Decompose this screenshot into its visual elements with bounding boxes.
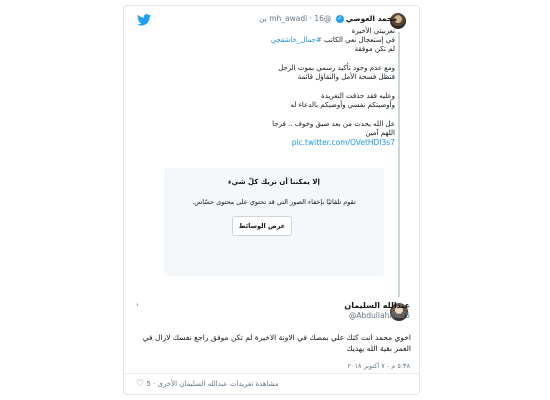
tweet1-line: لم تكن موفقة bbox=[354, 45, 395, 53]
tweet2-text: اخوي محمد انت كثك علي بمصك في الاونة الا… bbox=[142, 333, 411, 353]
tweet-footer: ♡ 5 · مشاهدة تغريدات عبدالله السليمان ال… bbox=[136, 379, 279, 389]
hashtag-link[interactable]: #جمال_خاشقجي bbox=[271, 36, 322, 44]
tweet1-body: تعربيتي الأخيرة في إستعجال نعي الكاتب #ج… bbox=[165, 27, 395, 147]
tweet1-line: فتظل فسحة الأمل والتفاؤل قائمة bbox=[297, 73, 395, 81]
tweet2-handle[interactable]: @AbdullahAls15 bbox=[344, 311, 410, 321]
more-tweets-link[interactable]: مشاهدة تغريدات عبدالله السليمان الأخرى bbox=[157, 380, 278, 388]
thread-line bbox=[398, 32, 400, 297]
tweet1-line: تعربيتي الأخيرة bbox=[351, 27, 395, 35]
tweet1-line: وعليه فقد حذفت التغريدة bbox=[321, 92, 395, 100]
like-count[interactable]: 5 bbox=[146, 380, 150, 388]
tweet1-line: اللهم آمين bbox=[365, 129, 395, 137]
chevron-down-icon[interactable]: › bbox=[136, 301, 144, 309]
verified-badge-icon: ✓ bbox=[335, 15, 344, 23]
tweet1-line: ومع عدم وجود تأكيد رسمي بموت الرجل bbox=[278, 64, 395, 72]
sensitive-title: إلا يمكننا أن نريك كلّ شيء bbox=[228, 178, 320, 186]
twitter-bird-icon[interactable] bbox=[137, 14, 151, 26]
tweet2-header: عبدالله السليمان @AbdullahAls15 bbox=[344, 300, 410, 321]
tweet2-time[interactable]: ٥:٣٨ م - ٧ أكتوبر ٢٠١٨ bbox=[348, 362, 410, 370]
tweet1-line: عل الله يحدث من بعد ضيق وخوف .. فرجا bbox=[272, 120, 395, 128]
tweet2-author-name[interactable]: عبدالله السليمان bbox=[344, 300, 410, 311]
tweet1-media-link[interactable]: pic.twitter.com/OVetHDI3s7 bbox=[165, 138, 395, 147]
sensitive-media-box: إلا يمكننا أن نريك كلّ شيء تقوم تلقائيًا… bbox=[164, 168, 384, 276]
sensitive-description: تقوم تلقائيًا بإخفاء الصور التي قد تحتوي… bbox=[192, 198, 356, 206]
tweet1-line: وأوصيتكم نفسي وأوصيكم بالدعاء له bbox=[290, 101, 395, 109]
tweet1-line: في إستعجال نعي الكاتب #جمال_خاشقجي bbox=[270, 36, 395, 44]
tweet1-author-name[interactable]: محمد العوضي bbox=[346, 14, 397, 23]
heart-icon[interactable]: ♡ bbox=[136, 379, 144, 389]
view-media-button[interactable]: عرض الوسائط bbox=[232, 216, 292, 236]
tweet1-header: محمد العوضي✓ @mh_awadi · 16 ين bbox=[259, 14, 397, 23]
footer-divider bbox=[124, 373, 419, 374]
